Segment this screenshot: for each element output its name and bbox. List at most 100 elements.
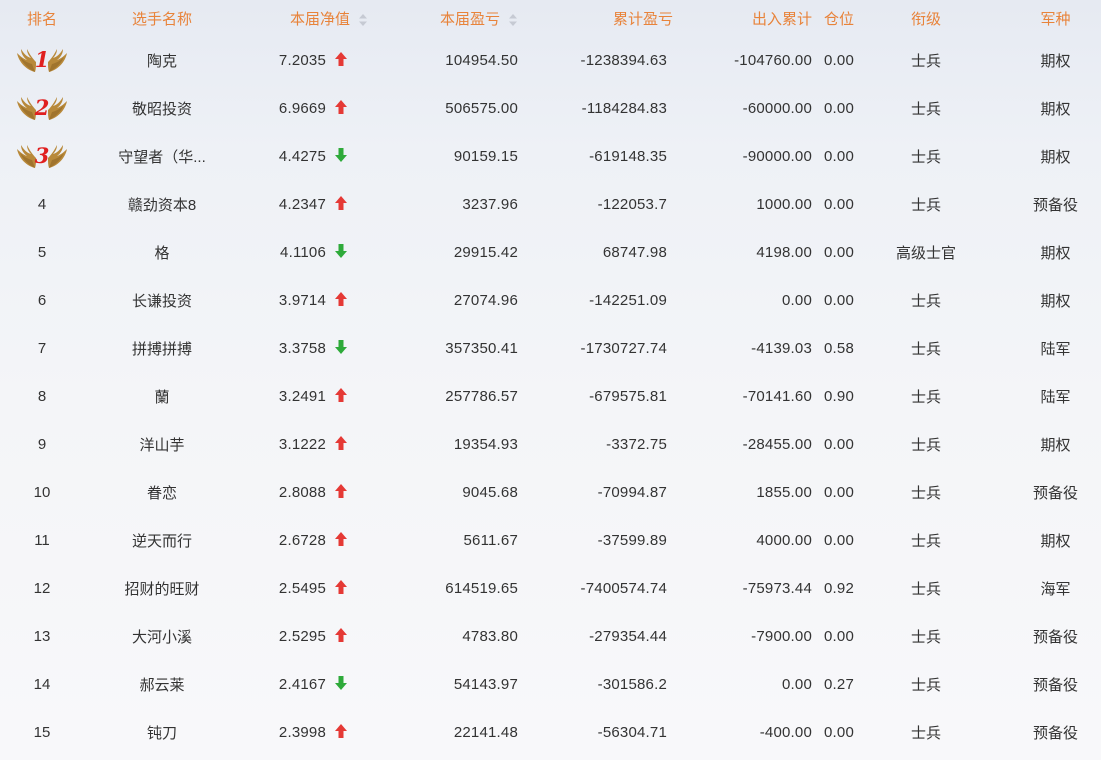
position-cell: 0.00 [824, 195, 854, 213]
header-title: 衔级 [910, 10, 941, 28]
branch-cell: 预备役 [1032, 628, 1078, 646]
arrow-up-icon [334, 99, 348, 115]
table-row[interactable]: 4 赣劲资本8 4.2347 3237.96 -122053.7 1000.00 0.00 士… [0, 180, 1101, 228]
nav-value: 4.2347 [278, 196, 326, 213]
player-name-link[interactable]: 眷恋 [84, 468, 240, 516]
cum-pnl-cell: 68747.98 [602, 243, 667, 261]
player-name-link[interactable]: 洋山芋 [84, 420, 240, 468]
title-cell: 士兵 [910, 676, 941, 694]
leaderboard-table: 排名 选手名称 本届净值 本届盈亏 累计盈亏 出入累计 仓位 衔级 军种 1 陶克… [0, 0, 1101, 756]
table-row[interactable]: 1 陶克 7.2035 104954.50 -1238394.63 -104760.00 0… [0, 36, 1101, 84]
header-pnl-label: 本届盈亏 [439, 10, 500, 28]
table-row[interactable]: 13 大河小溪 2.5295 4783.80 -279354.44 -7900.00 0.0… [0, 612, 1101, 660]
title-cell: 士兵 [910, 724, 941, 742]
cum-pnl-cell: -1730727.74 [580, 339, 667, 357]
arrow-down-icon [334, 339, 348, 355]
branch-cell: 期权 [1040, 52, 1071, 70]
nav-value: 3.9714 [278, 292, 326, 309]
table-row[interactable]: 7 拼搏拼搏 3.3758 357350.41 -1730727.74 -4139.03 0… [0, 324, 1101, 372]
player-name-link[interactable]: 钝刀 [84, 708, 240, 756]
position-cell: 0.27 [824, 675, 854, 693]
arrow-up-icon [334, 723, 348, 739]
cum-flow-cell: -7900.00 [751, 627, 812, 645]
nav-cell: 2.5495 [240, 564, 380, 612]
table-row[interactable]: 12 招财的旺财 2.5495 614519.65 -7400574.74 -75973.… [0, 564, 1101, 612]
player-name-link[interactable]: 招财的旺财 [84, 564, 240, 612]
cum-pnl-cell: -70994.87 [597, 483, 667, 501]
pnl-cell: 22141.48 [453, 723, 518, 741]
player-name-link[interactable]: 大河小溪 [84, 612, 240, 660]
player-name-link[interactable]: 格 [84, 228, 240, 276]
cum-pnl-cell: -619148.35 [589, 147, 667, 165]
player-name-link[interactable]: 陶克 [84, 36, 240, 84]
medal-wings-icon: 2 [15, 93, 69, 123]
header-branch: 军种 [1040, 10, 1071, 28]
rank-cell: 5 [37, 243, 47, 261]
rank-cell: 12 [33, 579, 51, 597]
branch-cell: 预备役 [1032, 724, 1078, 742]
medal-rank-number: 1 [34, 47, 50, 72]
table-row[interactable]: 5 格 4.1106 29915.42 68747.98 4198.00 0.00 高级士官 期… [0, 228, 1101, 276]
cum-flow-cell: 4000.00 [756, 531, 812, 549]
sort-icon[interactable] [358, 13, 368, 27]
player-name-link[interactable]: 赣劲资本8 [84, 180, 240, 228]
medal-wings-icon: 3 [15, 141, 69, 171]
table-row[interactable]: 8 蘭 3.2491 257786.57 -679575.81 -70141.60 0.90… [0, 372, 1101, 420]
rank-cell: 2 [0, 84, 84, 132]
cum-pnl-cell: -1238394.63 [580, 51, 667, 69]
nav-cell: 7.2035 [240, 36, 380, 84]
arrow-up-icon [334, 195, 348, 211]
player-name-link[interactable]: 守望者（华... [84, 132, 240, 180]
player-name-link[interactable]: 蘭 [84, 372, 240, 420]
nav-cell: 4.4275 [240, 132, 380, 180]
player-name-link[interactable]: 逆天而行 [84, 516, 240, 564]
pnl-cell: 54143.97 [453, 675, 518, 693]
table-row[interactable]: 15 钝刀 2.3998 22141.48 -56304.71 -400.00 0.00 士兵… [0, 708, 1101, 756]
player-name-link[interactable]: 敬昭投资 [84, 84, 240, 132]
table-row[interactable]: 9 洋山芋 3.1222 19354.93 -3372.75 -28455.00 0.00 士… [0, 420, 1101, 468]
rank-cell: 13 [33, 627, 51, 645]
title-cell: 高级士官 [895, 244, 956, 262]
nav-cell: 2.3998 [240, 708, 380, 756]
table-row[interactable]: 3 守望者（华... 4.4275 90159.15 -619148.35 -90000.… [0, 132, 1101, 180]
branch-cell: 期权 [1040, 436, 1071, 454]
cum-pnl-cell: -142251.09 [589, 291, 667, 309]
branch-cell: 期权 [1040, 244, 1071, 262]
rank-cell: 15 [33, 723, 51, 741]
position-cell: 0.00 [824, 147, 854, 165]
cum-flow-cell: -28455.00 [742, 435, 812, 453]
nav-cell: 3.2491 [240, 372, 380, 420]
branch-cell: 陆军 [1040, 388, 1071, 406]
cum-flow-cell: -104760.00 [734, 51, 812, 69]
table-row[interactable]: 2 敬昭投资 6.9669 506575.00 -1184284.83 -60000.00… [0, 84, 1101, 132]
pnl-cell: 5611.67 [463, 531, 518, 549]
table-row[interactable]: 14 郝云莱 2.4167 54143.97 -301586.2 0.00 0.27 士兵 预备… [0, 660, 1101, 708]
header-cum-flow: 出入累计 [751, 10, 812, 28]
sort-icon[interactable] [508, 13, 518, 27]
player-name-link[interactable]: 拼搏拼搏 [84, 324, 240, 372]
table-row[interactable]: 11 逆天而行 2.6728 5611.67 -37599.89 4000.00 0.00 士… [0, 516, 1101, 564]
player-name-link[interactable]: 长谦投资 [84, 276, 240, 324]
cum-flow-cell: -400.00 [759, 723, 812, 741]
player-name-link[interactable]: 郝云莱 [84, 660, 240, 708]
nav-value: 2.6728 [278, 532, 326, 549]
table-row[interactable]: 10 眷恋 2.8088 9045.68 -70994.87 1855.00 0.00 士兵 预… [0, 468, 1101, 516]
rank-cell: 3 [0, 132, 84, 180]
header-nav-sortable[interactable]: 本届净值 [240, 0, 380, 36]
position-cell: 0.00 [824, 435, 854, 453]
header-pnl-sortable[interactable]: 本届盈亏 [380, 0, 528, 36]
cum-flow-cell: 4198.00 [756, 243, 812, 261]
header-rank: 排名 [26, 10, 57, 28]
position-cell: 0.00 [824, 531, 854, 549]
arrow-up-icon [334, 291, 348, 307]
pnl-cell: 9045.68 [462, 483, 518, 501]
position-cell: 0.92 [824, 579, 854, 597]
nav-value: 3.2491 [278, 388, 326, 405]
medal-rank-number: 3 [34, 143, 50, 168]
rank-cell: 14 [33, 675, 51, 693]
title-cell: 士兵 [910, 484, 941, 502]
cum-pnl-cell: -122053.7 [597, 195, 667, 213]
medal-wings-icon: 1 [15, 45, 69, 75]
rank-cell: 10 [33, 483, 51, 501]
table-row[interactable]: 6 长谦投资 3.9714 27074.96 -142251.09 0.00 0.00 士兵 期… [0, 276, 1101, 324]
